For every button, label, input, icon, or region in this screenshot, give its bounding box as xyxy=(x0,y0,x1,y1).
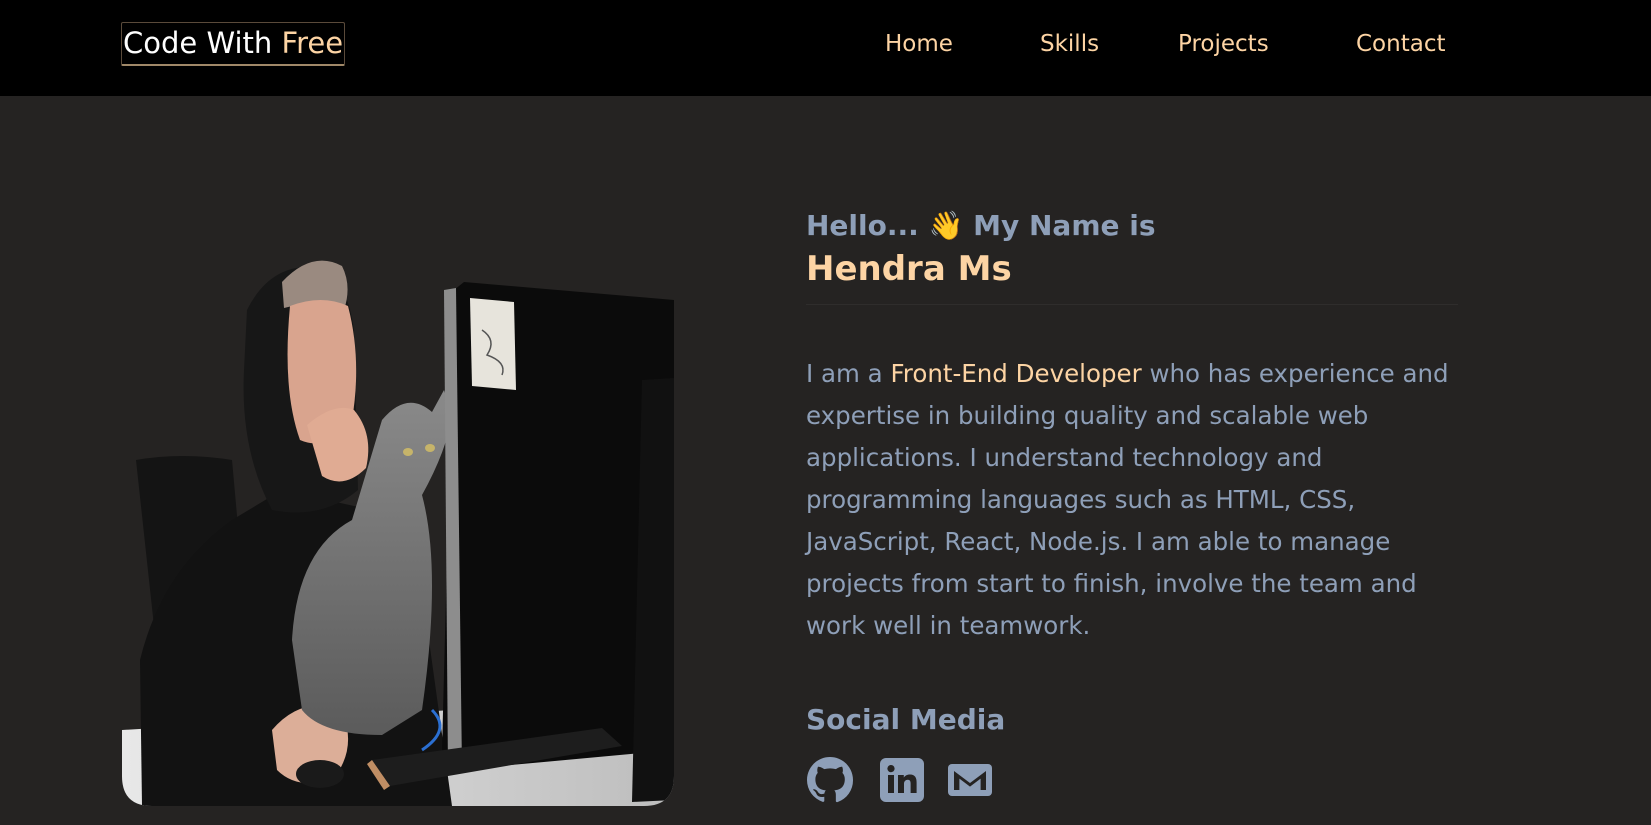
mail-icon[interactable] xyxy=(946,756,994,804)
bio-role-highlight: Front-End Developer xyxy=(890,359,1142,388)
nav-link-projects[interactable]: Projects xyxy=(1178,26,1269,62)
bio-text-after: who has experience and expertise in buil… xyxy=(806,359,1449,640)
site-logo[interactable]: Code With Free xyxy=(121,22,346,66)
bio-paragraph: I am a Front-End Developer who has exper… xyxy=(806,353,1466,647)
developer-with-cat-photo xyxy=(122,190,674,806)
hero-photo xyxy=(122,190,674,806)
greeting-text: Hello... 👋 My Name is xyxy=(806,209,1156,242)
github-icon[interactable] xyxy=(806,756,854,804)
navbar: Code With Free Home Skills Projects Cont… xyxy=(0,0,1651,96)
developer-name: Hendra Ms xyxy=(806,249,1012,289)
divider xyxy=(806,304,1458,305)
intro-section: Hello... 👋 My Name is Hendra Ms I am a F… xyxy=(806,204,1458,647)
nav-link-contact[interactable]: Contact xyxy=(1356,26,1445,62)
bio-text-before: I am a xyxy=(806,359,891,388)
logo-text-main: Code With xyxy=(123,26,282,60)
nav-link-skills[interactable]: Skills xyxy=(1040,26,1099,62)
social-media-heading: Social Media xyxy=(806,703,1006,736)
nav-link-home[interactable]: Home xyxy=(885,26,953,62)
logo-text-accent: Free xyxy=(281,26,344,60)
linkedin-icon[interactable] xyxy=(878,756,926,804)
